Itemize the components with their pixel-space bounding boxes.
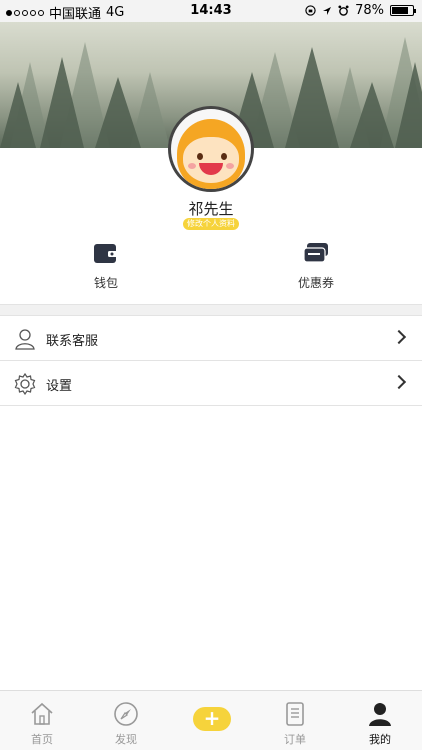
tab-label-me: 我的 <box>369 733 391 746</box>
avatar-left-cheek <box>188 163 196 169</box>
battery-percentage: 78% <box>355 3 384 18</box>
wallet-icon <box>93 242 119 264</box>
username: 祁先生 <box>188 200 234 218</box>
avatar-left-eye <box>197 153 203 160</box>
section-divider <box>0 304 422 316</box>
order-icon <box>286 702 304 726</box>
tab-orders[interactable]: 订单 <box>253 691 337 750</box>
status-bar: 中国联通 4G 14:43 78% <box>0 0 422 22</box>
tab-home[interactable]: 首页 <box>0 691 84 750</box>
carrier-name: 中国联通 <box>49 7 102 22</box>
add-button[interactable]: + <box>193 707 231 731</box>
rotation-lock-icon <box>305 5 316 16</box>
coupon-button[interactable]: 优惠券 <box>261 240 371 291</box>
status-left: 中国联通 4G <box>6 3 124 22</box>
coupon-icon <box>303 242 329 264</box>
bottom-tab-bar: 首页 发现 + 订单 我的 <box>0 690 422 750</box>
tab-label-home: 首页 <box>31 733 53 746</box>
home-icon <box>31 702 53 725</box>
avatar-face <box>183 137 239 183</box>
avatar-right-cheek <box>226 163 234 169</box>
battery-fill <box>392 7 408 14</box>
chevron-right-icon <box>391 374 407 390</box>
tab-discover[interactable]: 发现 <box>84 691 168 750</box>
tab-label-discover: 发现 <box>115 733 137 746</box>
wallet-button[interactable]: 钱包 <box>51 240 161 291</box>
tab-me[interactable]: 我的 <box>338 691 422 750</box>
compass-icon <box>114 702 138 726</box>
tab-label-orders: 订单 <box>284 733 306 746</box>
status-right: 78% <box>305 3 416 18</box>
signal-strength-icon <box>6 9 44 16</box>
location-icon <box>323 6 332 15</box>
menu-label-customer-service: 联系客服 <box>46 334 99 349</box>
customer-service-icon <box>14 328 36 350</box>
network-type: 4G <box>106 5 125 20</box>
alarm-icon <box>338 5 349 16</box>
chevron-right-icon <box>391 329 407 345</box>
menu-item-customer-service[interactable]: 联系客服 <box>0 317 422 361</box>
menu-item-settings[interactable]: 设置 <box>0 362 422 406</box>
quick-actions: 钱包 优惠券 <box>0 240 422 300</box>
menu-label-settings: 设置 <box>46 379 73 394</box>
avatar[interactable] <box>168 106 254 192</box>
coupon-label: 优惠券 <box>297 276 334 290</box>
edit-profile-button[interactable]: 修改个人资料 <box>183 218 239 230</box>
battery-icon <box>390 5 416 16</box>
wallet-label: 钱包 <box>93 276 118 290</box>
gear-icon <box>14 372 36 396</box>
user-icon <box>369 703 391 726</box>
avatar-right-eye <box>221 153 227 160</box>
